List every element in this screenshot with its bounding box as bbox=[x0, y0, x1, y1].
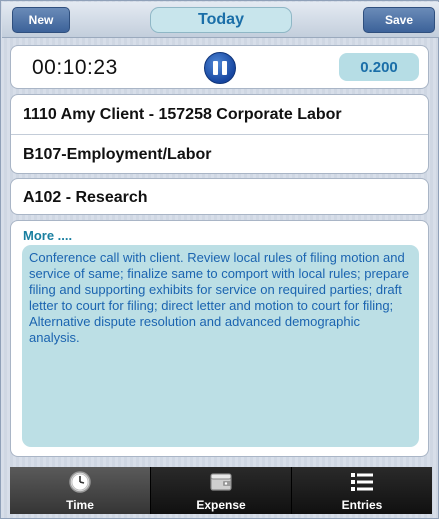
top-bar: New Today Save bbox=[2, 2, 439, 38]
tab-time-label: Time bbox=[66, 498, 94, 512]
more-link[interactable]: More .... bbox=[23, 228, 72, 243]
app-frame: New Today Save 00:10:23 0.200 1110 Amy C… bbox=[0, 0, 439, 519]
tab-bar: Time Expense Entries bbox=[10, 467, 432, 514]
client-matter-row[interactable]: 1110 Amy Client - 157258 Corporate Labor bbox=[11, 95, 428, 135]
today-title: Today bbox=[150, 7, 292, 33]
wallet-icon bbox=[210, 473, 232, 491]
tab-entries[interactable]: Entries bbox=[292, 467, 432, 514]
pause-button[interactable] bbox=[204, 52, 236, 84]
tab-expense-label: Expense bbox=[196, 498, 246, 512]
notes-textarea[interactable]: Conference call with client. Review loca… bbox=[22, 245, 419, 447]
notes-card: More .... Conference call with client. R… bbox=[10, 220, 429, 457]
task-row[interactable]: A102 - Research bbox=[11, 179, 428, 216]
tab-time[interactable]: Time bbox=[10, 467, 151, 514]
task-card: A102 - Research bbox=[10, 178, 429, 215]
tab-expense[interactable]: Expense bbox=[151, 467, 292, 514]
new-button[interactable]: New bbox=[12, 7, 70, 33]
hours-field[interactable]: 0.200 bbox=[339, 53, 419, 81]
clock-icon bbox=[69, 471, 91, 493]
list-icon bbox=[351, 473, 373, 491]
tab-entries-label: Entries bbox=[341, 498, 383, 512]
elapsed-time: 00:10:23 bbox=[32, 56, 118, 79]
timer-card: 00:10:23 0.200 bbox=[10, 45, 429, 89]
phase-row[interactable]: B107-Employment/Labor bbox=[11, 135, 428, 175]
client-card: 1110 Amy Client - 157258 Corporate Labor… bbox=[10, 94, 429, 174]
pause-icon bbox=[213, 61, 218, 75]
save-button[interactable]: Save bbox=[363, 7, 435, 33]
